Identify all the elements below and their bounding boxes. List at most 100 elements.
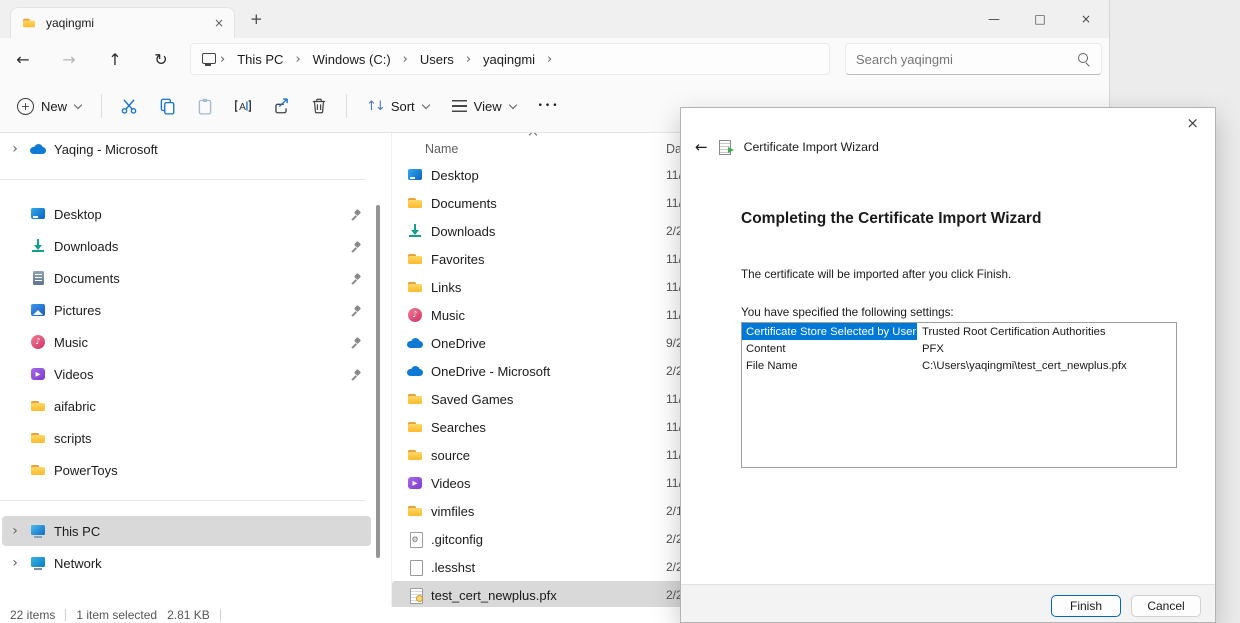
dialog-back-icon[interactable]: ← [695, 138, 708, 156]
sidebar-item-network[interactable]: › Network [2, 548, 371, 578]
new-tab-button[interactable]: + [250, 10, 263, 28]
share-button[interactable] [262, 88, 300, 124]
sidebar-item-desktop[interactable]: Desktop [2, 198, 371, 230]
toolbar-divider [101, 94, 102, 118]
dialog-close-icon[interactable]: × [1186, 114, 1199, 132]
address-bar-row: ← → ↑ ↻ › This PC › Windows (C:) › Users… [0, 38, 1109, 80]
tab-close-icon[interactable]: × [214, 16, 224, 30]
maximize-button[interactable]: □ [1017, 12, 1063, 26]
sidebar-item-this-pc[interactable]: › This PC [2, 516, 371, 546]
sidebar-item-label: Documents [54, 271, 120, 286]
file-name: Searches [431, 420, 486, 435]
chevron-right-icon[interactable]: › [8, 523, 22, 539]
download-icon [407, 223, 423, 239]
finish-button[interactable]: Finish [1051, 595, 1121, 617]
file-name: Links [431, 280, 461, 295]
breadcrumb-chevron-icon[interactable]: › [293, 52, 302, 67]
refresh-button[interactable]: ↻ [138, 50, 184, 69]
breadcrumb-chevron-icon[interactable]: › [464, 52, 473, 67]
sidebar-item-downloads[interactable]: Downloads [2, 230, 371, 262]
sidebar-divider [0, 179, 366, 180]
folder-icon [407, 195, 423, 211]
chevron-down-icon [509, 102, 517, 110]
sort-button[interactable]: ↑↓ Sort [355, 88, 441, 124]
sidebar-item-label: Videos [54, 367, 94, 382]
folder-icon [407, 419, 423, 435]
forward-button[interactable]: → [46, 50, 92, 69]
settings-row[interactable]: File Name C:\Users\yaqingmi\test_cert_ne… [742, 357, 1176, 374]
network-icon [30, 555, 46, 571]
settings-row[interactable]: Certificate Store Selected by User Trust… [742, 323, 1176, 340]
settings-table[interactable]: Certificate Store Selected by User Trust… [741, 322, 1177, 468]
view-lines-icon [452, 100, 467, 112]
document-icon [30, 270, 46, 286]
breadcrumb-segment-windows-c[interactable]: Windows (C:) [305, 52, 399, 67]
new-button-label: New [41, 99, 67, 114]
minimize-button[interactable]: — [971, 12, 1017, 26]
cut-button[interactable] [110, 88, 148, 124]
setting-key[interactable]: File Name [742, 357, 917, 374]
setting-key-selected[interactable]: Certificate Store Selected by User [742, 323, 917, 340]
sidebar-item-videos[interactable]: ▶ Videos [2, 358, 371, 390]
delete-button[interactable] [300, 88, 338, 124]
sidebar-item-label: Music [54, 335, 88, 350]
breadcrumb[interactable]: › This PC › Windows (C:) › Users › yaqin… [190, 43, 830, 75]
sidebar-item-powertoys[interactable]: PowerToys [2, 454, 371, 486]
certificate-file-icon [407, 587, 423, 603]
sidebar-item-label: PowerToys [54, 463, 118, 478]
new-button[interactable]: + New [6, 88, 93, 124]
sidebar-scrollbar[interactable] [376, 205, 380, 558]
window-close-button[interactable]: × [1063, 12, 1109, 26]
column-header-name[interactable]: Name [425, 142, 458, 156]
file-name: Favorites [431, 252, 484, 267]
this-pc-icon [30, 523, 46, 539]
breadcrumb-chevron-icon[interactable]: › [401, 52, 410, 67]
breadcrumb-chevron-icon[interactable]: › [218, 52, 227, 67]
music-icon: ♪ [30, 334, 46, 350]
search-input[interactable] [856, 52, 1056, 67]
breadcrumb-chevron-icon[interactable]: › [545, 52, 554, 67]
breadcrumb-segment-yaqingmi[interactable]: yaqingmi [475, 52, 543, 67]
chevron-right-icon[interactable]: › [8, 555, 22, 571]
copy-button[interactable] [148, 88, 186, 124]
cancel-button[interactable]: Cancel [1131, 595, 1201, 617]
sidebar-item-pictures[interactable]: Pictures [2, 294, 371, 326]
view-button[interactable]: View [441, 88, 528, 124]
setting-key[interactable]: Content [742, 340, 917, 357]
breadcrumb-segment-this-pc[interactable]: This PC [229, 52, 291, 67]
sidebar-item-label: Downloads [54, 239, 118, 254]
dialog-heading: Completing the Certificate Import Wizard [741, 210, 1041, 228]
sidebar-item-onedrive[interactable]: › Yaqing - Microsoft [2, 135, 371, 163]
sidebar-item-music[interactable]: ♪ Music [2, 326, 371, 358]
explorer-tab[interactable]: yaqingmi × [10, 7, 235, 38]
certificate-wizard-icon [718, 139, 734, 155]
search-box[interactable] [845, 43, 1102, 75]
folder-icon [30, 462, 46, 478]
chevron-right-icon[interactable]: › [8, 141, 22, 157]
share-icon [272, 97, 290, 115]
pictures-icon [30, 302, 46, 318]
setting-value: PFX [917, 343, 944, 355]
sort-arrows-icon: ↑↓ [366, 99, 384, 114]
item-count: 22 items [10, 608, 55, 622]
folder-icon [407, 251, 423, 267]
navigation-pane: › Yaqing - Microsoft Desktop Downloads D… [0, 133, 392, 607]
selection-count: 1 item selected [76, 608, 157, 622]
settings-row[interactable]: Content PFX [742, 340, 1176, 357]
file-icon [407, 559, 423, 575]
sidebar-item-documents[interactable]: Documents [2, 262, 371, 294]
rename-icon: A [234, 97, 252, 115]
sidebar-item-label: This PC [54, 524, 100, 539]
videos-icon: ▶ [407, 475, 423, 491]
see-more-button[interactable]: ••• [528, 101, 570, 111]
sidebar-item-scripts[interactable]: scripts [2, 422, 371, 454]
paste-button[interactable] [186, 88, 224, 124]
back-button[interactable]: ← [0, 50, 46, 69]
sidebar-item-aifabric[interactable]: aifabric [2, 390, 371, 422]
rename-button[interactable]: A [224, 88, 262, 124]
dialog-header: ← Certificate Import Wizard [695, 138, 879, 156]
videos-icon: ▶ [30, 366, 46, 382]
up-button[interactable]: ↑ [92, 50, 138, 69]
copy-icon [158, 97, 176, 115]
breadcrumb-segment-users[interactable]: Users [412, 52, 462, 67]
